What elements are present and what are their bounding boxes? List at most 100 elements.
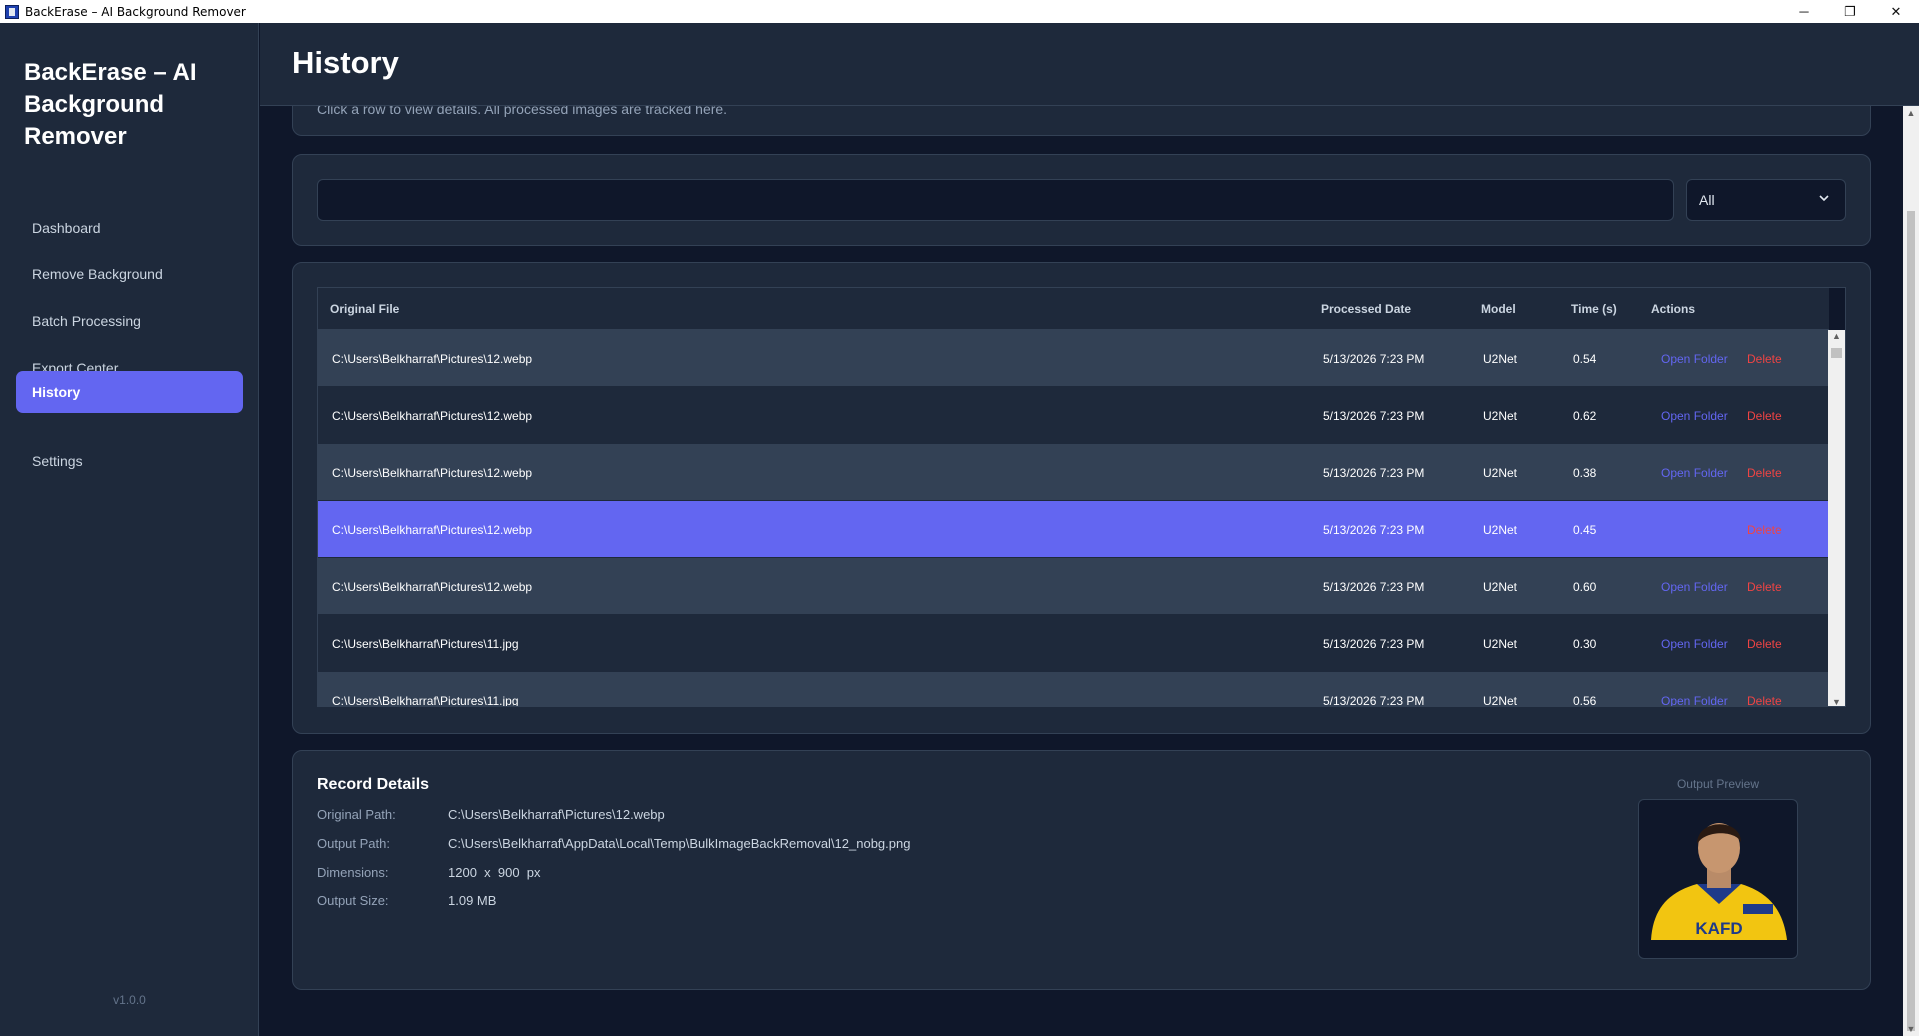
open-folder-link[interactable]: Open Folder bbox=[1661, 444, 1728, 501]
minimize-button[interactable]: ─ bbox=[1781, 0, 1827, 23]
output-path-label: Output Path: bbox=[317, 836, 390, 851]
delete-link[interactable]: Delete bbox=[1747, 330, 1782, 387]
maximize-button[interactable]: ❐ bbox=[1827, 0, 1873, 23]
info-card: Click a row to view details. All process… bbox=[292, 106, 1871, 136]
open-folder-link[interactable]: Open Folder bbox=[1661, 330, 1728, 387]
sidebar-item-batch-processing[interactable]: Batch Processing bbox=[16, 300, 243, 342]
sidebar: BackErase – AI Background Remover Dashbo… bbox=[0, 23, 259, 1036]
chevron-down-icon bbox=[1817, 191, 1831, 208]
delete-link[interactable]: Delete bbox=[1747, 501, 1782, 558]
cell-processed-date: 5/13/2026 7:23 PM bbox=[1323, 522, 1425, 537]
cell-processed-date: 5/13/2026 7:23 PM bbox=[1323, 693, 1425, 707]
window-controls: ─ ❐ ✕ bbox=[1781, 0, 1919, 23]
table-row[interactable]: C:\Users\Belkharraf\Pictures\11.jpg 5/13… bbox=[318, 615, 1829, 672]
scroll-up-icon[interactable]: ▲ bbox=[1828, 331, 1845, 341]
delete-link[interactable]: Delete bbox=[1747, 444, 1782, 501]
page-scrollbar[interactable]: ▲ ▼ bbox=[1903, 106, 1919, 1036]
table-row[interactable]: C:\Users\Belkharraf\Pictures\12.webp 5/1… bbox=[318, 330, 1829, 387]
column-header-model[interactable]: Model bbox=[1481, 302, 1516, 316]
main-content: Click a row to view details. All process… bbox=[260, 106, 1903, 1036]
cell-time: 0.60 bbox=[1573, 579, 1597, 594]
cell-processed-date: 5/13/2026 7:23 PM bbox=[1323, 636, 1425, 651]
sidebar-item-history[interactable]: History bbox=[16, 371, 243, 413]
info-text: Click a row to view details. All process… bbox=[317, 106, 728, 117]
cell-processed-date: 5/13/2026 7:23 PM bbox=[1323, 579, 1425, 594]
output-preview-label: Output Preview bbox=[1676, 777, 1760, 791]
cell-time: 0.38 bbox=[1573, 465, 1597, 480]
search-input[interactable] bbox=[317, 179, 1674, 221]
dimensions-value: 1200 x 900 px bbox=[448, 865, 541, 880]
output-preview-image: KAFD bbox=[1651, 823, 1787, 940]
filter-card: All bbox=[292, 154, 1871, 246]
page-title: History bbox=[292, 45, 399, 80]
table-scrollbar[interactable]: ▲ ▼ bbox=[1828, 330, 1845, 706]
app-brand: BackErase – AI Background Remover bbox=[24, 59, 197, 150]
cell-time: 0.54 bbox=[1573, 351, 1597, 366]
cell-model: U2Net bbox=[1483, 636, 1518, 651]
dimensions-label: Dimensions: bbox=[317, 865, 389, 880]
table-row[interactable]: C:\Users\Belkharraf\Pictures\12.webp 5/1… bbox=[318, 387, 1829, 444]
open-folder-link[interactable]: Open Folder bbox=[1661, 672, 1728, 707]
delete-link[interactable]: Delete bbox=[1747, 615, 1782, 672]
output-path-value: C:\Users\Belkharraf\AppData\Local\Temp\B… bbox=[448, 836, 911, 851]
column-header-processed-date[interactable]: Processed Date bbox=[1321, 302, 1411, 316]
filter-select[interactable]: All bbox=[1686, 179, 1846, 221]
table-row[interactable]: C:\Users\Belkharraf\Pictures\12.webp 5/1… bbox=[318, 444, 1829, 501]
sidebar-item-dashboard[interactable]: Dashboard bbox=[16, 207, 243, 249]
record-details-title: Record Details bbox=[317, 776, 430, 793]
version-label: v1.0.0 bbox=[113, 993, 146, 1007]
scroll-down-icon[interactable]: ▼ bbox=[1828, 697, 1845, 706]
table-row[interactable]: C:\Users\Belkharraf\Pictures\11.jpg 5/13… bbox=[318, 672, 1829, 707]
column-header-original-file[interactable]: Original File bbox=[330, 302, 399, 316]
cell-original-file: C:\Users\Belkharraf\Pictures\12.webp bbox=[332, 579, 533, 594]
cell-model: U2Net bbox=[1483, 351, 1518, 366]
table-row[interactable]: C:\Users\Belkharraf\Pictures\12.webp 5/1… bbox=[318, 558, 1829, 615]
page-scroll-thumb[interactable] bbox=[1907, 211, 1915, 1031]
table-row-selected[interactable]: C:\Users\Belkharraf\Pictures\12.webp 5/1… bbox=[318, 501, 1829, 558]
original-path-value: C:\Users\Belkharraf\Pictures\12.webp bbox=[448, 807, 665, 822]
cell-model: U2Net bbox=[1483, 522, 1518, 537]
sidebar-item-remove-background[interactable]: Remove Background bbox=[16, 253, 243, 295]
record-details-card: Record Details Original Path: C:\Users\B… bbox=[292, 750, 1871, 990]
output-size-value: 1.09 MB bbox=[448, 893, 497, 908]
page-scroll-down-icon[interactable]: ▼ bbox=[1903, 1024, 1919, 1034]
cell-time: 0.56 bbox=[1573, 693, 1597, 707]
cell-processed-date: 5/13/2026 7:23 PM bbox=[1323, 351, 1425, 366]
cell-original-file: C:\Users\Belkharraf\Pictures\12.webp bbox=[332, 522, 533, 537]
history-table-card: Original File Processed Date Model Time … bbox=[292, 262, 1871, 734]
output-size-label: Output Size: bbox=[317, 893, 389, 908]
cell-model: U2Net bbox=[1483, 408, 1518, 423]
preview-shirt-text: KAFD bbox=[1695, 919, 1742, 938]
delete-link[interactable]: Delete bbox=[1747, 558, 1782, 615]
filter-select-value: All bbox=[1699, 192, 1715, 208]
delete-link[interactable]: Delete bbox=[1747, 387, 1782, 444]
cell-original-file: C:\Users\Belkharraf\Pictures\12.webp bbox=[332, 408, 533, 423]
cell-model: U2Net bbox=[1483, 693, 1518, 707]
cell-processed-date: 5/13/2026 7:23 PM bbox=[1323, 408, 1425, 423]
app-icon bbox=[5, 4, 19, 19]
page-scroll-up-icon[interactable]: ▲ bbox=[1903, 108, 1919, 118]
open-folder-link[interactable]: Open Folder bbox=[1661, 558, 1728, 615]
cell-original-file: C:\Users\Belkharraf\Pictures\11.jpg bbox=[332, 636, 519, 651]
cell-processed-date: 5/13/2026 7:23 PM bbox=[1323, 465, 1425, 480]
column-header-actions: Actions bbox=[1651, 302, 1696, 316]
original-path-label: Original Path: bbox=[317, 807, 396, 822]
table-header: Original File Processed Date Model Time … bbox=[318, 288, 1829, 330]
open-folder-link[interactable]: Open Folder bbox=[1661, 615, 1728, 672]
cell-original-file: C:\Users\Belkharraf\Pictures\11.jpg bbox=[332, 693, 519, 707]
open-folder-link[interactable]: Open Folder bbox=[1661, 387, 1728, 444]
cell-time: 0.62 bbox=[1573, 408, 1597, 423]
window-title: BackErase – AI Background Remover bbox=[25, 4, 246, 19]
column-header-time[interactable]: Time (s) bbox=[1571, 302, 1617, 316]
close-button[interactable]: ✕ bbox=[1873, 0, 1919, 23]
sidebar-item-settings[interactable]: Settings bbox=[16, 440, 243, 482]
window-titlebar: BackErase – AI Background Remover ─ ❐ ✕ bbox=[0, 0, 1919, 23]
delete-link[interactable]: Delete bbox=[1747, 672, 1782, 707]
history-table: Original File Processed Date Model Time … bbox=[317, 287, 1846, 707]
cell-model: U2Net bbox=[1483, 579, 1518, 594]
cell-time: 0.45 bbox=[1573, 522, 1597, 537]
cell-model: U2Net bbox=[1483, 465, 1518, 480]
table-scroll-thumb[interactable] bbox=[1831, 348, 1842, 358]
output-preview: KAFD bbox=[1638, 799, 1798, 959]
cell-original-file: C:\Users\Belkharraf\Pictures\12.webp bbox=[332, 465, 533, 480]
